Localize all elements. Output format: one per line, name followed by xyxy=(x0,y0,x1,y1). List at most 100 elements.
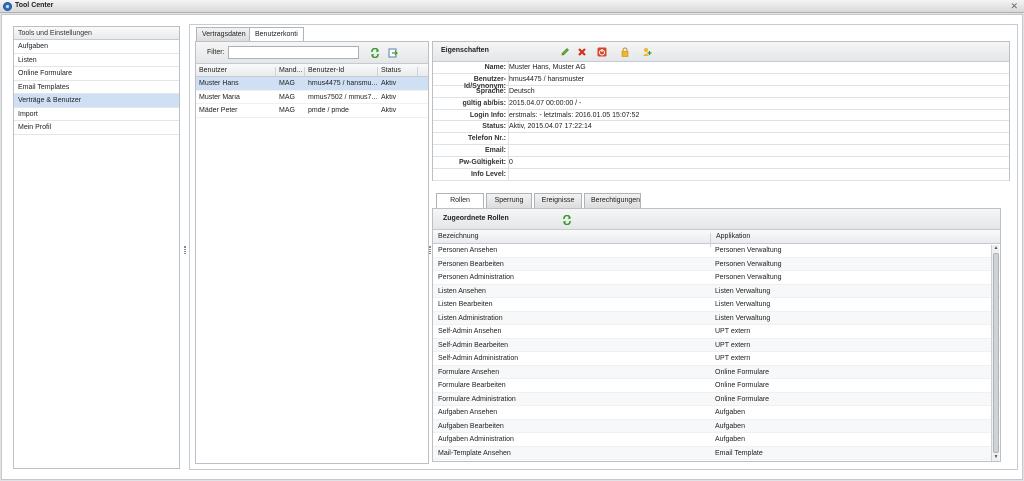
role-row[interactable]: Personen Administration Personen Verwaltu… xyxy=(433,271,1000,285)
role-row[interactable]: Listen Administration Listen Verwaltung xyxy=(433,311,1000,325)
role-row[interactable]: Aufgaben Ansehen Aufgaben xyxy=(433,406,1000,420)
property-label: Info Level: xyxy=(470,171,506,179)
role-name: Self-Admin Bearbeiten xyxy=(438,341,509,349)
role-name: Aufgaben Administration xyxy=(438,436,514,443)
properties-toolbar: Eigenschaften xyxy=(433,42,1009,62)
role-name: Formulare Bearbeiten xyxy=(438,382,506,389)
sidebar-item[interactable]: Verträge & Benutzer xyxy=(14,94,179,108)
export-icon[interactable] xyxy=(388,48,398,58)
property-row: Sprache: Deutsch xyxy=(433,85,1009,98)
property-row: Name: Muster Hans, Muster AG xyxy=(433,62,1009,74)
role-name: Self-Admin Ansehen xyxy=(438,328,502,335)
role-row[interactable]: Aufgaben Administration Aufgaben xyxy=(433,433,1000,447)
property-label: Email: xyxy=(484,147,506,155)
filter-label: Filter: xyxy=(207,49,225,56)
property-value: Deutsch xyxy=(509,87,535,95)
role-body: Zugeordnete Rollen Bezeichnung Applikati… xyxy=(432,208,1001,462)
property-value: 0 xyxy=(509,159,513,167)
role-name: Personen Ansehen xyxy=(438,247,498,254)
sidebar-item[interactable]: Email Templates xyxy=(14,81,179,94)
role-application: Personen Verwaltung xyxy=(715,274,782,281)
role-row[interactable]: Formulare Bearbeiten Online Formulare xyxy=(433,379,1000,393)
user-row[interactable]: Mäder Peter MAG pmde / pmde Aktiv xyxy=(196,104,428,118)
property-label: Sprache: xyxy=(476,87,506,95)
properties-panel: Eigenschaften Name: Muster Hans, Muster A… xyxy=(432,41,1010,182)
user-row[interactable]: Muster Maria MAG mmus7502 / mmus7... Aktiv xyxy=(196,91,428,104)
sidebar-item[interactable]: Aufgaben xyxy=(14,40,179,54)
role-row[interactable]: Formulare Administration Online Formulare xyxy=(433,392,1000,406)
role-row[interactable]: Mail-Template Ansehen Email Template xyxy=(433,446,1000,460)
user-cell-benutzer: Muster Maria xyxy=(199,93,240,101)
role-row[interactable]: Formulare Ansehen Online Formulare xyxy=(433,365,1000,379)
role-row[interactable]: Self-Admin Bearbeiten UPT extern xyxy=(433,338,1000,352)
role-row[interactable]: Listen Ansehen Listen Verwaltung xyxy=(433,284,1000,298)
tab-berechtigungen[interactable]: Berechtigungen xyxy=(584,193,641,208)
role-name: Mail-Template Ansehen xyxy=(438,449,511,457)
sidebar-splitter[interactable] xyxy=(183,26,187,469)
role-row[interactable]: Aufgaben Bearbeiten Aufgaben xyxy=(433,419,1000,433)
user-cell-mandant: MAG xyxy=(279,93,295,101)
role-name: Formulare Administration xyxy=(438,395,516,403)
sidebar-item[interactable]: Online Formulare xyxy=(14,67,179,81)
role-application: Online Formulare xyxy=(715,368,770,376)
user-cell-status: Aktiv xyxy=(381,107,397,114)
property-row: Status: Aktiv, 2015.04.07 17:22:14 xyxy=(433,121,1009,134)
role-name: Listen Administration xyxy=(438,314,503,322)
sidebar-item[interactable]: Listen xyxy=(14,54,179,67)
property-label: gültig ab/bis: xyxy=(462,99,506,107)
scroll-down-icon[interactable]: ▼ xyxy=(992,454,1000,461)
power-icon[interactable] xyxy=(597,47,607,57)
property-row: Info Level: xyxy=(433,169,1009,182)
property-value: erstmals: - letztmals: 2016.01.05 15:07:… xyxy=(509,111,640,119)
scroll-up-icon[interactable]: ▲ xyxy=(992,245,1000,253)
role-row[interactable]: Self-Admin Ansehen UPT extern xyxy=(433,325,1000,339)
roles-grid-header: Bezeichnung Applikation xyxy=(433,230,1000,247)
refresh-icon[interactable] xyxy=(562,215,572,225)
tab-vertragsdaten[interactable]: Vertragsdaten xyxy=(196,27,252,41)
user-cell-status: Aktiv xyxy=(381,80,397,87)
property-label: Name: xyxy=(484,64,506,71)
property-row: Pw-Gültigkeit: 0 xyxy=(433,157,1009,170)
refresh-icon[interactable] xyxy=(370,48,380,58)
sidebar-item[interactable]: Import xyxy=(14,108,179,121)
role-name: Personen Administration xyxy=(438,274,514,281)
property-value: Aktiv, 2015.04.07 17:22:14 xyxy=(509,123,592,131)
property-row: gültig ab/bis: 2015.04.07 00:00:00 / - xyxy=(433,97,1009,110)
property-row: Telefon Nr.: xyxy=(433,133,1009,146)
tab-sperrung[interactable]: Sperrung xyxy=(486,193,532,208)
user-cell-benutzer: Mäder Peter xyxy=(199,107,238,114)
user-row[interactable]: Muster Hans MAG hmus4475 / hansmu... Aktiv xyxy=(196,77,428,91)
tab-rollen[interactable]: Rollen xyxy=(436,193,484,208)
role-row[interactable]: Personen Ansehen Personen Verwaltung xyxy=(433,244,1000,258)
role-row[interactable]: Personen Bearbeiten Personen Verwaltung xyxy=(433,257,1000,271)
add-user-icon[interactable] xyxy=(642,47,652,57)
user-cell-id: mmus7502 / mmus7... xyxy=(308,93,378,101)
properties-title: Eigenschaften xyxy=(441,47,489,54)
tab-ereignisse[interactable]: Ereignisse xyxy=(534,193,582,208)
sidebar-item[interactable]: Mein Profil xyxy=(14,121,179,135)
property-value: hmus4475 / hansmuster xyxy=(509,75,585,83)
pencil-icon[interactable] xyxy=(560,47,570,57)
user-cell-benutzer: Muster Hans xyxy=(199,80,239,87)
title-bar: Tool Center ✕ xyxy=(0,0,1024,13)
lock-icon[interactable] xyxy=(620,47,630,57)
role-application: Personen Verwaltung xyxy=(715,247,782,254)
tab-benutzerkonti[interactable]: Benutzerkonti xyxy=(249,27,304,42)
property-label: Status: xyxy=(482,123,506,131)
role-row[interactable]: Listen Bearbeiten Listen Verwaltung xyxy=(433,298,1000,312)
delete-icon[interactable] xyxy=(577,47,587,57)
role-application: UPT extern xyxy=(715,341,751,349)
roles-scrollbar[interactable]: ▲ ▼ xyxy=(991,245,1000,461)
sidebar-header: Tools und Einstellungen xyxy=(14,27,179,40)
user-cell-mandant: MAG xyxy=(279,107,295,114)
scroll-thumb[interactable] xyxy=(993,253,999,453)
filter-input[interactable] xyxy=(228,46,359,59)
role-row[interactable]: Self-Admin Administration UPT extern xyxy=(433,352,1000,366)
property-value: Muster Hans, Muster AG xyxy=(509,64,586,71)
user-cell-mandant: MAG xyxy=(279,80,295,87)
role-application: Aufgaben xyxy=(715,409,745,416)
role-application: Aufgaben xyxy=(715,436,745,443)
user-toolbar: Filter: xyxy=(196,42,428,64)
roles-toolbar: Zugeordnete Rollen xyxy=(433,209,1000,230)
close-icon[interactable]: ✕ xyxy=(1010,1,1018,12)
